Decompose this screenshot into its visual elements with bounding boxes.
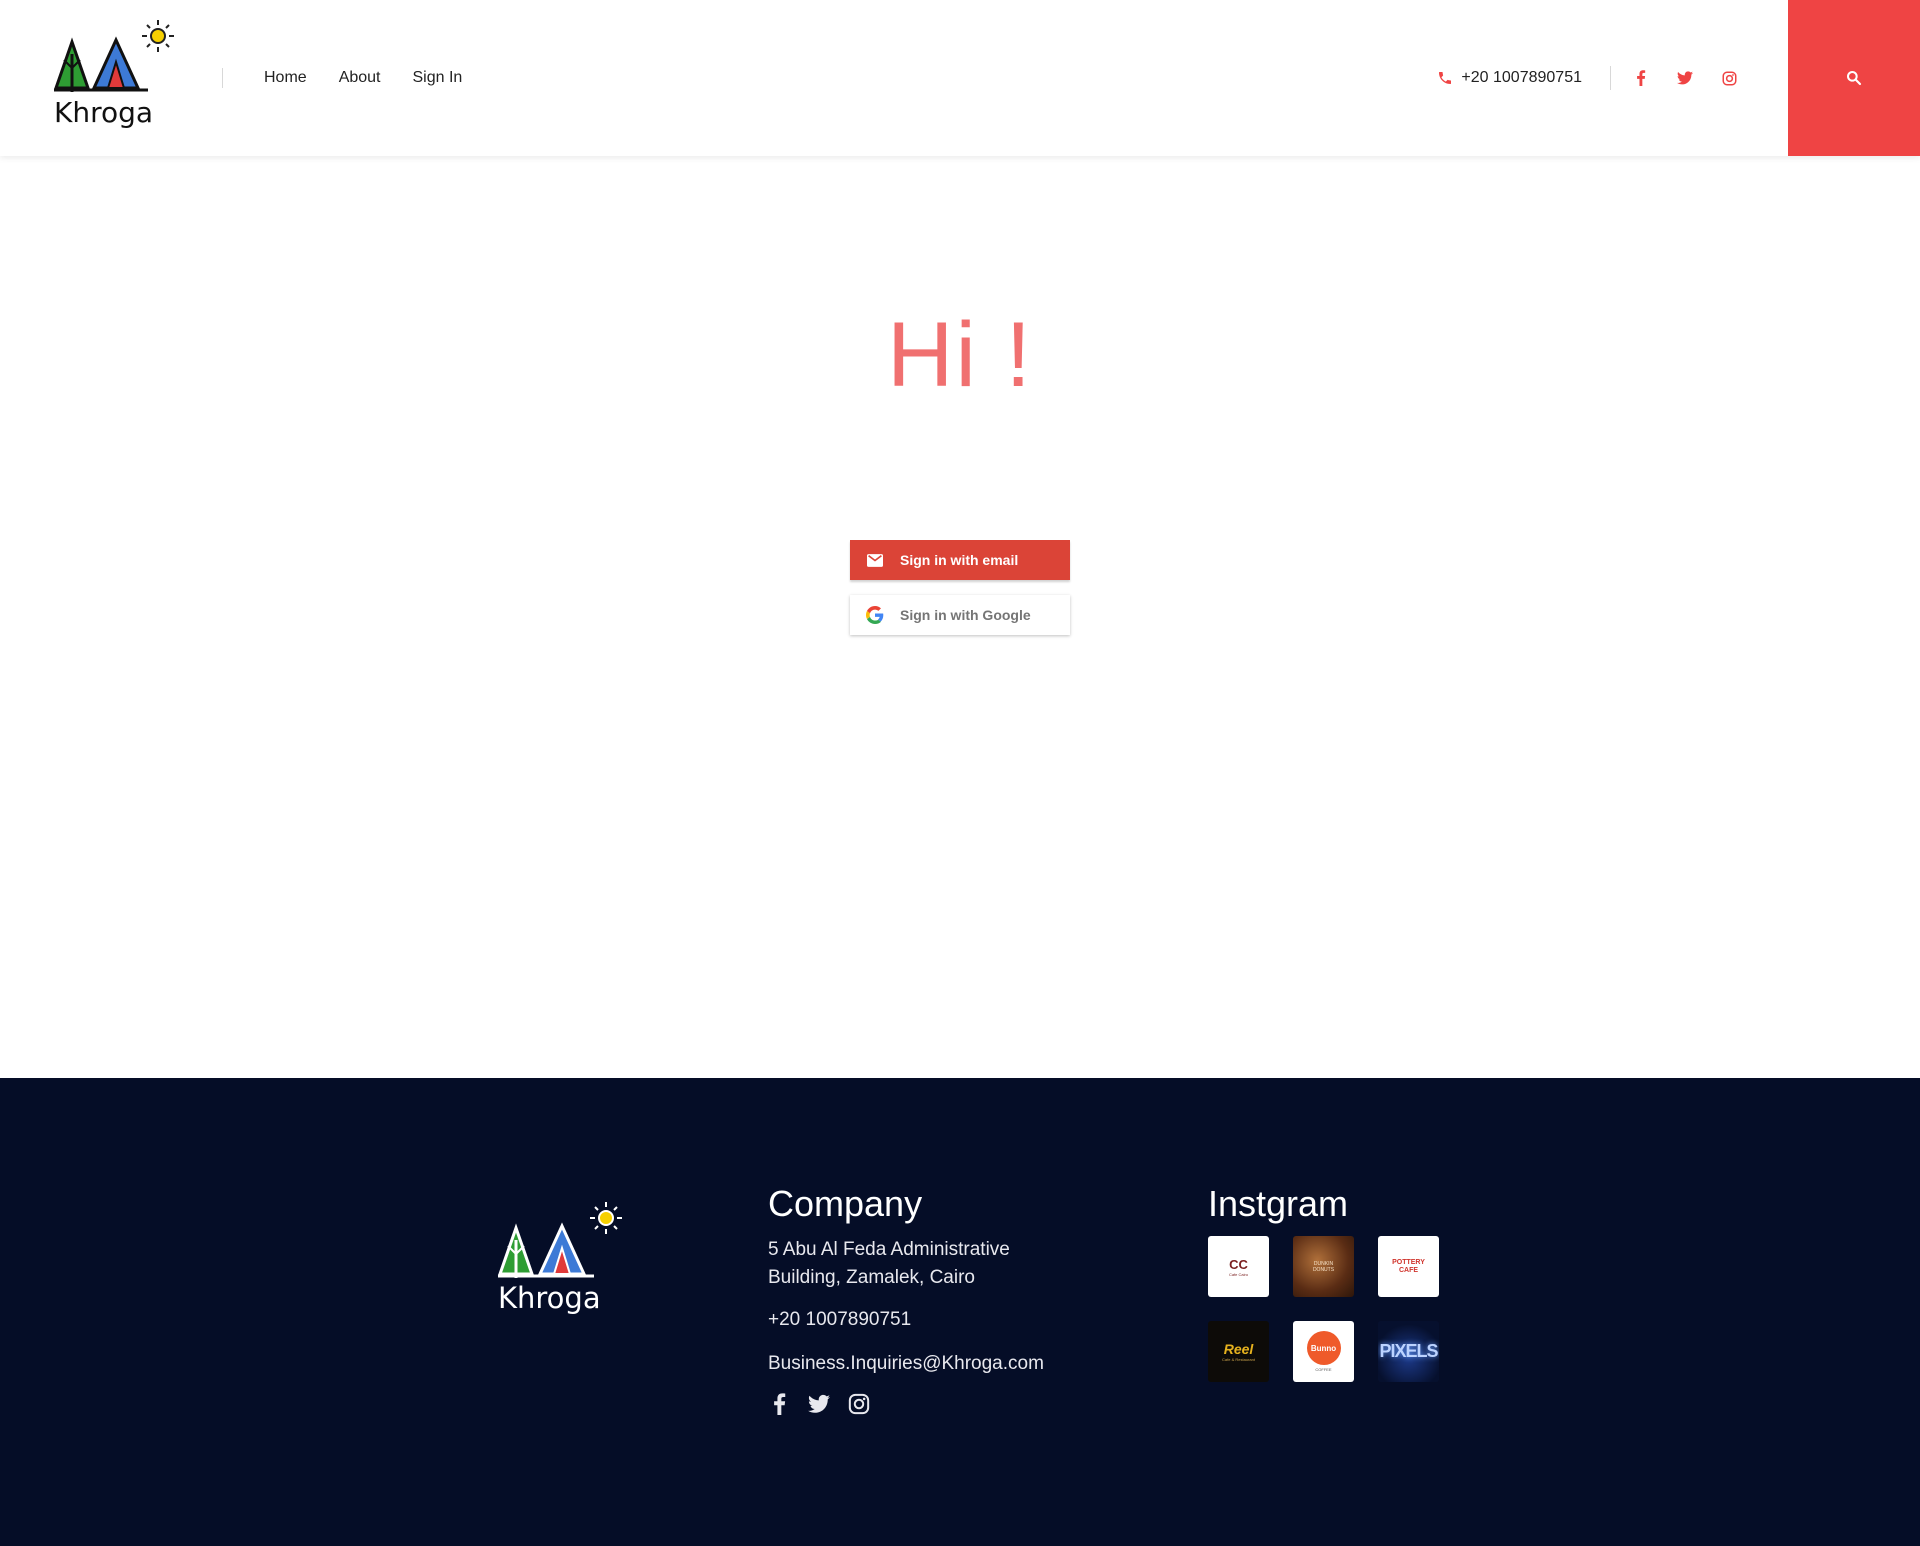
instagram-heading: Instgram	[1208, 1183, 1349, 1224]
footer-instagram: Instgram CC Cafe Cairo DUNKIN DONUTS POT…	[1208, 1182, 1468, 1382]
footer-logo-text: Khroga	[498, 1281, 601, 1315]
twitter-icon[interactable]	[808, 1392, 830, 1416]
instagram-tile[interactable]: PIXELS	[1378, 1321, 1439, 1382]
search-button[interactable]	[1788, 0, 1920, 156]
tile-label: POTTERY	[1392, 1258, 1425, 1266]
logo-mark: Khroga	[53, 20, 174, 129]
site-footer: Khroga Company 5 Abu Al Feda Administrat…	[0, 1078, 1920, 1546]
tile-label: Reel	[1223, 1341, 1254, 1357]
sun-icon	[590, 1202, 622, 1234]
phone-icon	[1439, 72, 1452, 84]
tile-sub: DONUTS	[1312, 1266, 1335, 1273]
main-nav: Home About Sign In	[264, 68, 462, 88]
tile-sub: CAFE	[1398, 1266, 1419, 1274]
sign-in-email-button[interactable]: Sign in with email	[850, 540, 1070, 580]
instagram-tile[interactable]: Reel Cafe & Restaurant	[1208, 1321, 1269, 1382]
instagram-grid: CC Cafe Cairo DUNKIN DONUTS POTTERY CAFE…	[1208, 1236, 1468, 1382]
twitter-icon[interactable]	[1676, 68, 1694, 88]
tile-label: PIXELS	[1379, 1341, 1438, 1361]
sign-in-options: Sign in with email Sign in with Google	[850, 540, 1070, 635]
sign-in-google-button[interactable]: Sign in with Google	[850, 595, 1070, 635]
footer-socials	[768, 1392, 1088, 1416]
company-heading: Company	[768, 1183, 923, 1224]
tile-label: CC	[1229, 1256, 1248, 1272]
tile-sub: COFFEE	[1315, 1367, 1332, 1372]
site-header: Khroga Home About Sign In +20 1007890751	[0, 0, 1920, 156]
header-contact: +20 1007890751	[1437, 68, 1582, 88]
instagram-tile[interactable]: Bunno COFFEE	[1293, 1321, 1354, 1382]
footer-logo[interactable]: Khroga	[492, 1196, 630, 1326]
facebook-icon[interactable]	[1632, 68, 1650, 88]
logo-text: Khroga	[54, 96, 153, 129]
tile-label: Bunno	[1310, 1343, 1337, 1353]
nav-divider	[222, 68, 223, 88]
contact-divider	[1610, 66, 1611, 90]
tile-sub: Cafe & Restaurant	[1222, 1357, 1255, 1362]
tile-badge: Bunno	[1306, 1331, 1341, 1365]
company-phone[interactable]: +20 1007890751	[768, 1306, 1088, 1334]
facebook-icon[interactable]	[768, 1392, 790, 1416]
header-socials	[1632, 68, 1738, 88]
footer-logo-mark: Khroga	[497, 1202, 622, 1315]
mail-icon	[866, 551, 884, 569]
instagram-tile[interactable]: DUNKIN DONUTS	[1293, 1236, 1354, 1297]
footer-company: Company 5 Abu Al Feda Administrative Bui…	[768, 1182, 1088, 1416]
instagram-tile[interactable]: POTTERY CAFE	[1378, 1236, 1439, 1297]
company-address: 5 Abu Al Feda Administrative Building, Z…	[768, 1239, 1010, 1288]
nav-sign-in[interactable]: Sign In	[413, 68, 463, 88]
instagram-icon[interactable]	[848, 1392, 870, 1416]
instagram-tile[interactable]: CC Cafe Cairo	[1208, 1236, 1269, 1297]
company-email[interactable]: Business.Inquiries@Khroga.com	[768, 1350, 1088, 1378]
sign-in-email-label: Sign in with email	[900, 552, 1019, 568]
search-icon	[1847, 71, 1862, 86]
greeting-heading: Hi !	[887, 304, 1033, 406]
google-icon	[866, 606, 884, 624]
instagram-icon[interactable]	[1720, 68, 1738, 88]
sun-icon	[142, 20, 174, 52]
main-content: Hi ! Sign in with email Sign in with Goo…	[0, 156, 1920, 1078]
header-phone[interactable]: +20 1007890751	[1461, 68, 1582, 88]
nav-about[interactable]: About	[339, 68, 381, 88]
nav-home[interactable]: Home	[264, 68, 307, 88]
sign-in-google-label: Sign in with Google	[900, 607, 1031, 623]
khroga-logo[interactable]: Khroga	[50, 16, 182, 134]
tile-sub: Cafe Cairo	[1228, 1271, 1249, 1277]
